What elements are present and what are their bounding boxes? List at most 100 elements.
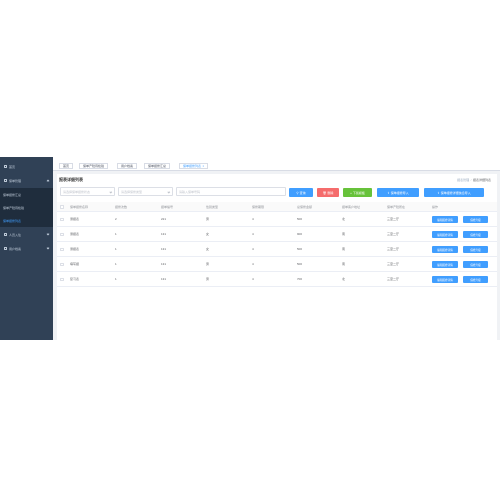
sidebar-item-repair-summary[interactable]: 保单报修汇总 bbox=[0, 188, 53, 201]
column-header: 报单编号 bbox=[161, 204, 174, 209]
table-cell: 男 bbox=[206, 277, 210, 281]
sidebar-item-repair-list[interactable]: 保单报修列表 bbox=[0, 214, 53, 227]
table-cell: 131 bbox=[161, 277, 167, 281]
sidebar-item-label: 用户档案 bbox=[9, 246, 22, 251]
button-label: 下载模板 bbox=[352, 190, 365, 195]
trash-icon: 🗑 bbox=[322, 190, 327, 195]
table-cell: 男 bbox=[206, 217, 210, 221]
button-label: 保单报修导入 bbox=[390, 190, 409, 195]
search-icon: ⚲ bbox=[296, 190, 299, 195]
search-input[interactable]: 请输入保单号码 bbox=[176, 187, 286, 196]
table-cell: 500 bbox=[297, 247, 303, 251]
sidebar-item-policy-manage[interactable]: 保单管理 bbox=[0, 174, 53, 187]
import-detail-button[interactable]: ⇪ 保单报修详细信息导入 bbox=[424, 188, 484, 197]
table-cell: 4 bbox=[252, 262, 254, 266]
table-cell: 女 bbox=[206, 232, 210, 236]
sidebar-item-home[interactable]: 首页 bbox=[0, 160, 53, 173]
table-row: 复习表 1 131 男 4 700 北 三室二厅 编辑报修详情 保修升级 bbox=[57, 272, 497, 287]
chevron-down-icon bbox=[168, 190, 171, 193]
table-cell: 填写报 bbox=[70, 262, 80, 266]
table-cell: 测报表 bbox=[70, 232, 80, 236]
edit-detail-button[interactable]: 编辑报修详情 bbox=[432, 276, 458, 283]
sidebar-item-label: 人员入住 bbox=[9, 232, 22, 237]
edit-detail-button[interactable]: 编辑报修详情 bbox=[432, 246, 458, 253]
table-cell: 1 bbox=[115, 262, 117, 266]
tab-pending-inspection[interactable]: 保单产险待检验 bbox=[79, 163, 109, 169]
sidebar-item-checkin[interactable]: 人员入住 bbox=[0, 228, 53, 241]
table-cell: 测报表 bbox=[70, 217, 80, 221]
table-cell: 1 bbox=[115, 232, 117, 236]
table-cell: 1 bbox=[115, 277, 117, 281]
breadcrumb: 报表管理 / 报表详细列表 bbox=[457, 178, 491, 182]
type-select[interactable]: 请选择保修类型 bbox=[118, 187, 173, 196]
table-cell: 三室二厅 bbox=[387, 277, 400, 281]
table-cell: 131 bbox=[161, 232, 167, 236]
edit-detail-button[interactable]: 编辑报修详情 bbox=[432, 216, 458, 223]
table-cell: 221 bbox=[161, 217, 167, 221]
row-checkbox[interactable] bbox=[60, 247, 64, 251]
edit-detail-button[interactable]: 编辑报修详情 bbox=[432, 231, 458, 238]
button-label: 删除 bbox=[327, 190, 334, 195]
column-header: 保单报修名称 bbox=[70, 204, 89, 209]
input-placeholder: 请输入保单号码 bbox=[179, 189, 201, 194]
sidebar: 首页 保单管理 保单报修汇总 保单产险待检验 保单报修列表 人员入住 用户档案 bbox=[0, 157, 53, 340]
row-checkbox[interactable] bbox=[60, 262, 64, 266]
content-card: 报表详细列表 报表管理 / 报表详细列表 请选择保单报修状态 请选择保修类型 请输入… bbox=[57, 174, 497, 340]
chevron-down-icon bbox=[46, 232, 50, 236]
table-row: 测报表 1 131 女 4 900 南 三室二厅 编辑报修详情 保修升级 bbox=[57, 227, 497, 242]
chevron-up-icon bbox=[46, 179, 50, 183]
status-select[interactable]: 请选择保单报修状态 bbox=[60, 187, 115, 196]
table-cell: 500 bbox=[297, 217, 303, 221]
sidebar-item-label: 保单报修列表 bbox=[3, 218, 22, 223]
chevron-down-icon bbox=[46, 246, 50, 250]
sidebar-item-pending-inspection[interactable]: 保单产险待检验 bbox=[0, 201, 53, 214]
table-cell: 北 bbox=[342, 217, 346, 221]
search-button[interactable]: ⚲ 查询 bbox=[289, 188, 313, 197]
row-checkbox[interactable] bbox=[60, 217, 64, 221]
table-cell: 4 bbox=[252, 232, 254, 236]
table-cell: 女 bbox=[206, 247, 210, 251]
column-header: 保单产险所在 bbox=[387, 204, 406, 209]
upgrade-button[interactable]: 保修升级 bbox=[463, 246, 488, 253]
column-header: 报修次数 bbox=[115, 204, 128, 209]
table-header-row: 保单报修名称 报修次数 报单编号 性别类型 保修期限 总保修金额 报单客户地址 保单产险所在 操… bbox=[57, 202, 497, 212]
breadcrumb-item[interactable]: 报表管理 bbox=[457, 178, 469, 182]
upgrade-button[interactable]: 保修升级 bbox=[463, 216, 488, 223]
upgrade-button[interactable]: 保修升级 bbox=[463, 261, 488, 268]
tab-repair-list[interactable]: 保单报修列表 × bbox=[179, 163, 209, 169]
table-cell: 131 bbox=[161, 262, 167, 266]
edit-detail-button[interactable]: 编辑报修详情 bbox=[432, 261, 458, 268]
upgrade-button[interactable]: 保修升级 bbox=[463, 276, 488, 283]
upload-icon: ⇪ bbox=[437, 190, 440, 195]
select-all-checkbox[interactable] bbox=[60, 205, 64, 209]
delete-button[interactable]: 🗑 删除 bbox=[317, 188, 339, 197]
page-title: 报表详细列表 bbox=[59, 177, 83, 182]
tab-label: 保单报修汇总 bbox=[148, 164, 167, 168]
table-cell: 三室二厅 bbox=[387, 262, 400, 266]
sidebar-item-label: 保单管理 bbox=[9, 178, 22, 183]
table-cell: 男 bbox=[206, 262, 210, 266]
button-label: 保单报修详细信息导入 bbox=[440, 190, 471, 195]
table-cell: 4 bbox=[252, 217, 254, 221]
plus-icon: + bbox=[350, 190, 352, 195]
tab-user-archive[interactable]: 用户档案 bbox=[117, 163, 138, 169]
import-button[interactable]: ⇪ 保单报修导入 bbox=[377, 188, 419, 197]
app-window: 首页 保单管理 保单报修汇总 保单产险待检验 保单报修列表 人员入住 用户档案 … bbox=[0, 157, 500, 340]
tab-home[interactable]: 首页 bbox=[59, 163, 74, 169]
tab-label: 保单产险待检验 bbox=[83, 164, 105, 168]
table-cell: 三室二厅 bbox=[387, 217, 400, 221]
row-checkbox[interactable] bbox=[60, 277, 64, 281]
table-row: 填写报 1 131 男 4 500 南 三室二厅 编辑报修详情 保修升级 bbox=[57, 257, 497, 272]
table-cell: 1 bbox=[115, 247, 117, 251]
breadcrumb-separator: / bbox=[470, 178, 472, 182]
tags-bar: 首页 保单产险待检验 用户档案 保单报修汇总 保单报修列表 × bbox=[53, 157, 500, 171]
row-checkbox[interactable] bbox=[60, 232, 64, 236]
upgrade-button[interactable]: 保修升级 bbox=[463, 231, 488, 238]
table-cell: 三室二厅 bbox=[387, 232, 400, 236]
download-template-button[interactable]: + 下载模板 bbox=[343, 188, 372, 197]
table-cell: 131 bbox=[161, 247, 167, 251]
sidebar-item-user-archive[interactable]: 用户档案 bbox=[0, 242, 53, 255]
column-header: 性别类型 bbox=[206, 204, 219, 209]
close-icon[interactable]: × bbox=[203, 164, 205, 168]
tab-repair-summary[interactable]: 保单报修汇总 bbox=[144, 163, 171, 169]
